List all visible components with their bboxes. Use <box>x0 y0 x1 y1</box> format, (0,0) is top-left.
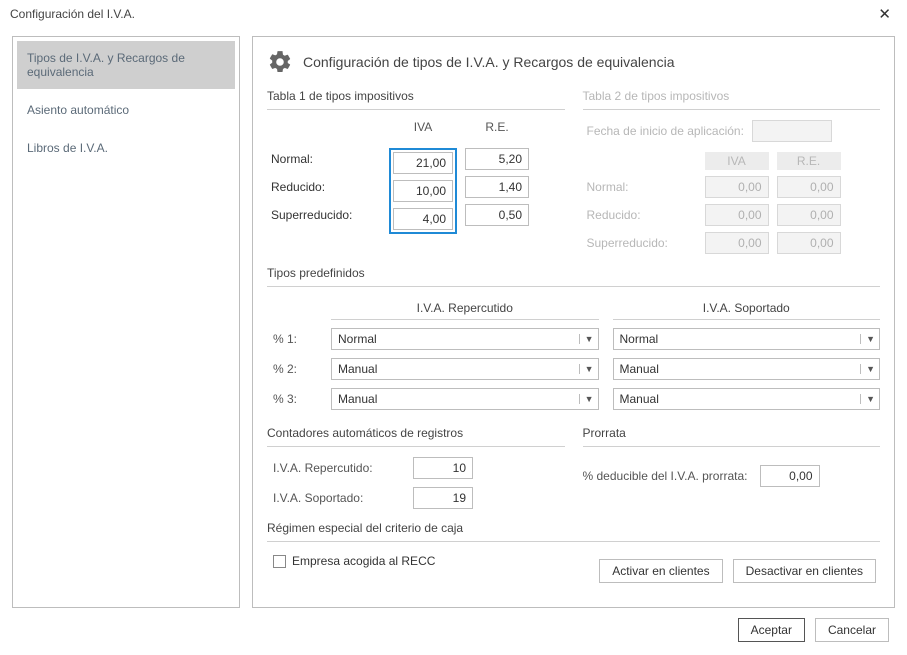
combo-sop-2[interactable]: Manual▼ <box>613 358 881 380</box>
section-title-prorrata: Prorrata <box>583 420 881 447</box>
input-normal-iva-2: 0,00 <box>705 176 769 198</box>
combo-rep-2[interactable]: Manual▼ <box>331 358 599 380</box>
label-percent-3: % 3: <box>267 392 317 406</box>
page-title: Configuración de tipos de I.V.A. y Recar… <box>303 54 675 70</box>
chevron-down-icon: ▼ <box>860 364 875 374</box>
col-header-re: R.E. <box>465 120 529 142</box>
label-counter-rep: I.V.A. Repercutido: <box>273 461 403 475</box>
label-counter-sop: I.V.A. Soportado: <box>273 491 403 505</box>
combo-sop-1[interactable]: Normal▼ <box>613 328 881 350</box>
col-header-repercutido: I.V.A. Repercutido <box>331 297 599 320</box>
input-super-iva[interactable]: 4,00 <box>393 208 453 230</box>
label-normal-2: Normal: <box>587 180 697 194</box>
button-activar-clientes[interactable]: Activar en clientes <box>599 559 722 583</box>
button-aceptar[interactable]: Aceptar <box>738 618 805 642</box>
button-cancelar[interactable]: Cancelar <box>815 618 889 642</box>
window-title: Configuración del I.V.A. <box>10 7 135 21</box>
col-header-re-2: R.E. <box>777 152 841 170</box>
col-header-soportado: I.V.A. Soportado <box>613 297 881 320</box>
chevron-down-icon: ▼ <box>579 334 594 344</box>
section-title-contadores: Contadores automáticos de registros <box>267 420 565 447</box>
label-reducido: Reducido: <box>271 176 381 198</box>
content-panel: Configuración de tipos de I.V.A. y Recar… <box>252 36 895 608</box>
label-superreducido: Superreducido: <box>271 204 381 226</box>
col-header-iva-2: IVA <box>705 152 769 170</box>
section-title-recc: Régimen especial del criterio de caja <box>267 515 880 542</box>
label-percent-1: % 1: <box>267 332 317 346</box>
input-counter-rep[interactable]: 10 <box>413 457 473 479</box>
input-reducido-iva-2: 0,00 <box>705 204 769 226</box>
input-normal-re[interactable]: 5,20 <box>465 148 529 170</box>
combo-sop-3[interactable]: Manual▼ <box>613 388 881 410</box>
input-normal-re-2: 0,00 <box>777 176 841 198</box>
input-super-re[interactable]: 0,50 <box>465 204 529 226</box>
combo-rep-1[interactable]: Normal▼ <box>331 328 599 350</box>
chevron-down-icon: ▼ <box>860 334 875 344</box>
window-titlebar: Configuración del I.V.A. ✕ <box>0 0 907 28</box>
section-title-tabla1: Tabla 1 de tipos impositivos <box>267 83 565 110</box>
sidebar: Tipos de I.V.A. y Recargos de equivalenc… <box>12 36 240 608</box>
input-super-re-2: 0,00 <box>777 232 841 254</box>
label-super-2: Superreducido: <box>587 236 697 250</box>
gear-icon <box>267 49 293 75</box>
sidebar-item-libros[interactable]: Libros de I.V.A. <box>17 131 235 165</box>
chevron-down-icon: ▼ <box>579 364 594 374</box>
input-reducido-re-2: 0,00 <box>777 204 841 226</box>
input-normal-iva[interactable]: 21,00 <box>393 152 453 174</box>
input-counter-sop[interactable]: 19 <box>413 487 473 509</box>
input-reducido-re[interactable]: 1,40 <box>465 176 529 198</box>
sidebar-item-tipos-iva[interactable]: Tipos de I.V.A. y Recargos de equivalenc… <box>17 41 235 89</box>
dialog-footer: Aceptar Cancelar <box>0 608 907 642</box>
combo-rep-3[interactable]: Manual▼ <box>331 388 599 410</box>
sidebar-item-asiento[interactable]: Asiento automático <box>17 93 235 127</box>
section-title-tabla2: Tabla 2 de tipos impositivos <box>583 83 881 110</box>
button-desactivar-clientes[interactable]: Desactivar en clientes <box>733 559 876 583</box>
label-fecha-inicio: Fecha de inicio de aplicación: <box>587 124 744 138</box>
input-prorrata[interactable]: 0,00 <box>760 465 820 487</box>
input-reducido-iva[interactable]: 10,00 <box>393 180 453 202</box>
checkbox-recc[interactable] <box>273 555 286 568</box>
chevron-down-icon: ▼ <box>860 394 875 404</box>
highlighted-iva-column: 21,00 10,00 4,00 <box>389 148 457 234</box>
label-checkbox-recc: Empresa acogida al RECC <box>292 554 435 568</box>
section-title-predef: Tipos predefinidos <box>267 260 880 287</box>
label-normal: Normal: <box>271 148 381 170</box>
input-fecha-inicio <box>752 120 832 142</box>
label-percent-2: % 2: <box>267 362 317 376</box>
label-prorrata: % deducible del I.V.A. prorrata: <box>583 469 748 483</box>
label-reducido-2: Reducido: <box>587 208 697 222</box>
close-icon[interactable]: ✕ <box>872 7 897 22</box>
input-super-iva-2: 0,00 <box>705 232 769 254</box>
chevron-down-icon: ▼ <box>579 394 594 404</box>
col-header-iva: IVA <box>389 120 457 142</box>
